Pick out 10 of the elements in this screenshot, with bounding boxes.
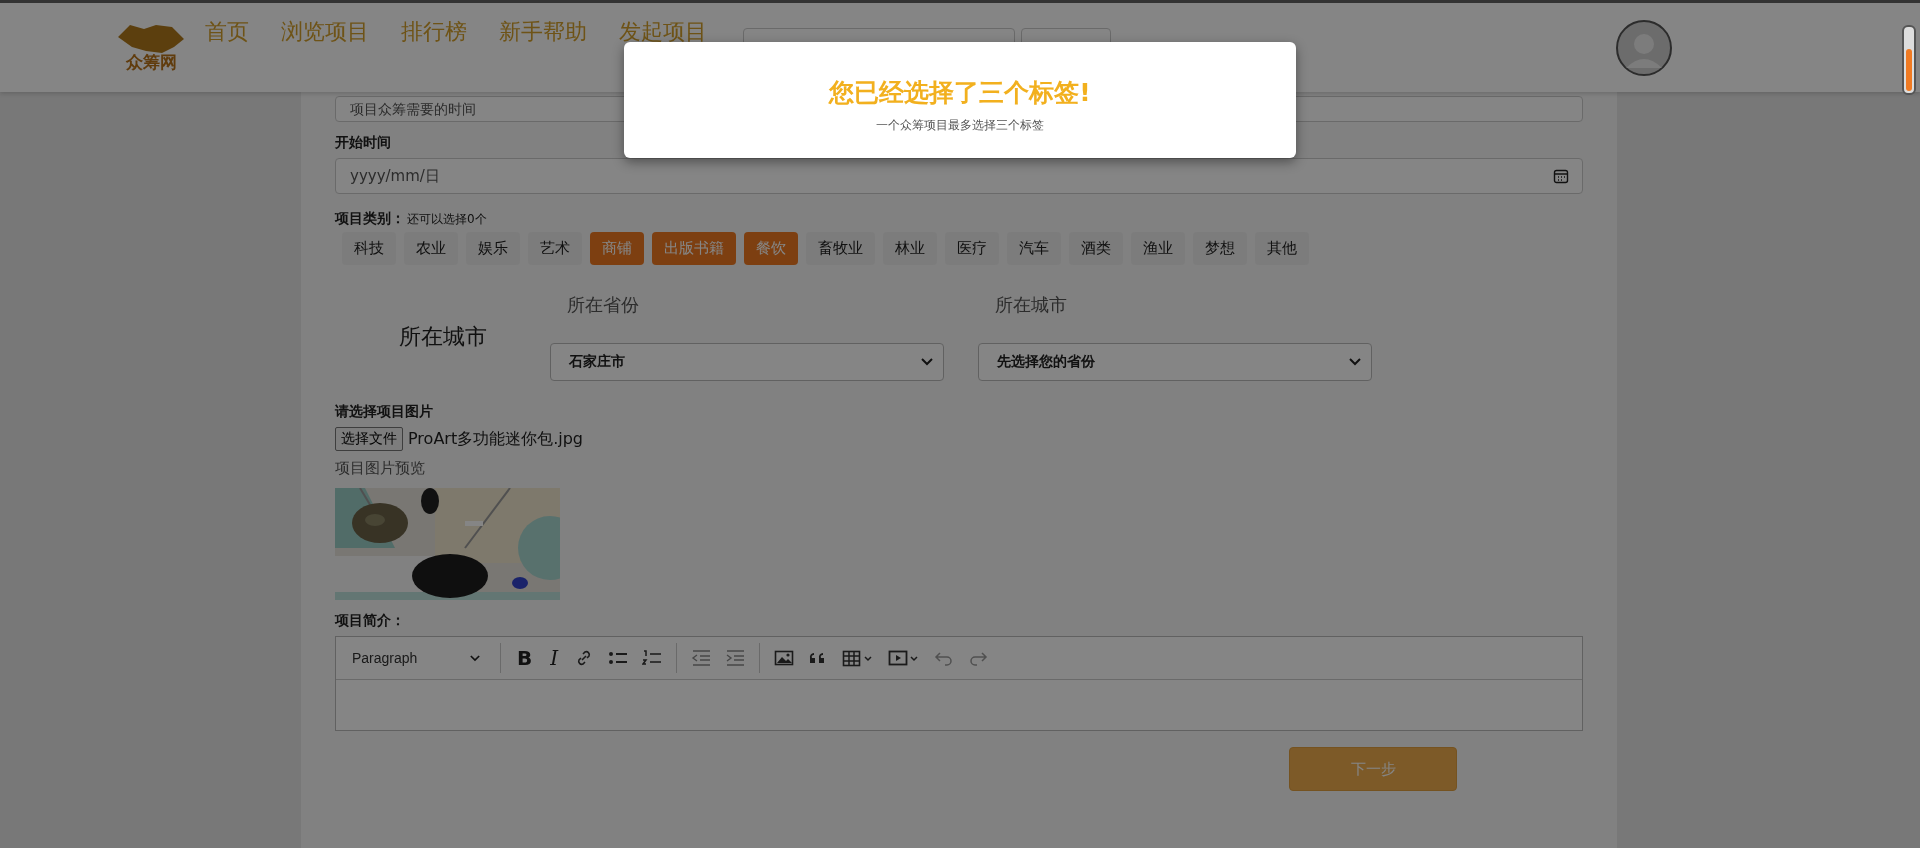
preview-label: 项目图片预览: [335, 459, 426, 478]
hint-text: 还可以选择0个: [407, 211, 487, 228]
field-label: 所在省份: [567, 293, 640, 317]
field-label: 所在城市: [995, 293, 1068, 317]
field-label: 请选择项目图片: [335, 403, 434, 421]
section-label: 所在城市: [397, 323, 488, 351]
field-label: 开始时间: [335, 134, 392, 152]
field-label: 项目简介：: [335, 612, 406, 630]
file-name: ProArt多功能迷你包.jpg: [408, 428, 584, 450]
field-label: 项目类别：: [335, 210, 405, 228]
